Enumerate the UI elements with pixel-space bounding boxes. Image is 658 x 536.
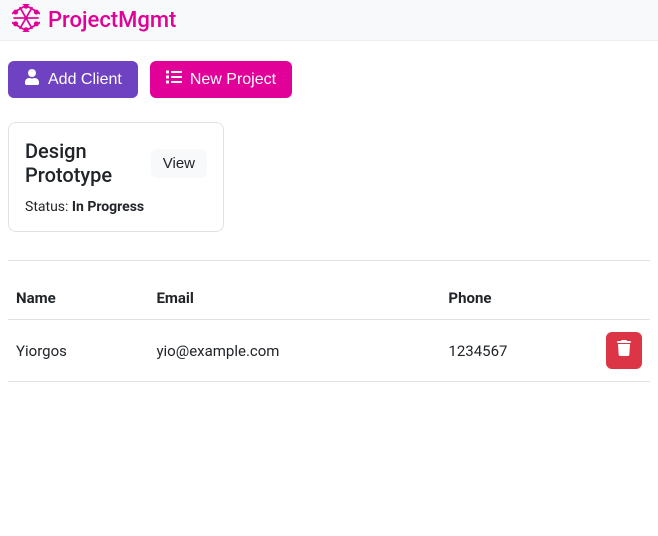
cell-email: yio@example.com [148, 320, 440, 382]
new-project-label: New Project [190, 71, 276, 89]
action-buttons: Add Client New Project [8, 61, 650, 98]
new-project-button[interactable]: New Project [150, 61, 292, 98]
trash-icon [616, 340, 632, 361]
status-value: In Progress [72, 199, 144, 215]
header-email: Email [148, 277, 440, 320]
clients-table: Name Email Phone Yiorgos yio@example.com… [8, 277, 650, 382]
cell-phone: 1234567 [440, 320, 598, 382]
status-label: Status: [25, 199, 72, 215]
add-client-button[interactable]: Add Client [8, 61, 138, 98]
table-header-row: Name Email Phone [8, 277, 650, 320]
project-card: Design Prototype View Status: In Progres… [8, 122, 224, 232]
view-project-button[interactable]: View [151, 149, 207, 178]
navbar: ProjectMgmt [0, 0, 658, 41]
brand-title[interactable]: ProjectMgmt [48, 8, 176, 33]
project-title: Design Prototype [25, 139, 141, 187]
header-phone: Phone [440, 277, 598, 320]
add-client-label: Add Client [48, 71, 122, 89]
table-row: Yiorgos yio@example.com 1234567 [8, 320, 650, 382]
divider [8, 260, 650, 261]
header-name: Name [8, 277, 148, 320]
list-icon [166, 69, 190, 90]
graphql-logo-icon [12, 4, 40, 36]
delete-client-button[interactable] [606, 332, 642, 369]
cell-name: Yiorgos [8, 320, 148, 382]
project-status: Status: In Progress [25, 199, 207, 215]
header-actions [598, 277, 650, 320]
user-icon [24, 69, 48, 90]
